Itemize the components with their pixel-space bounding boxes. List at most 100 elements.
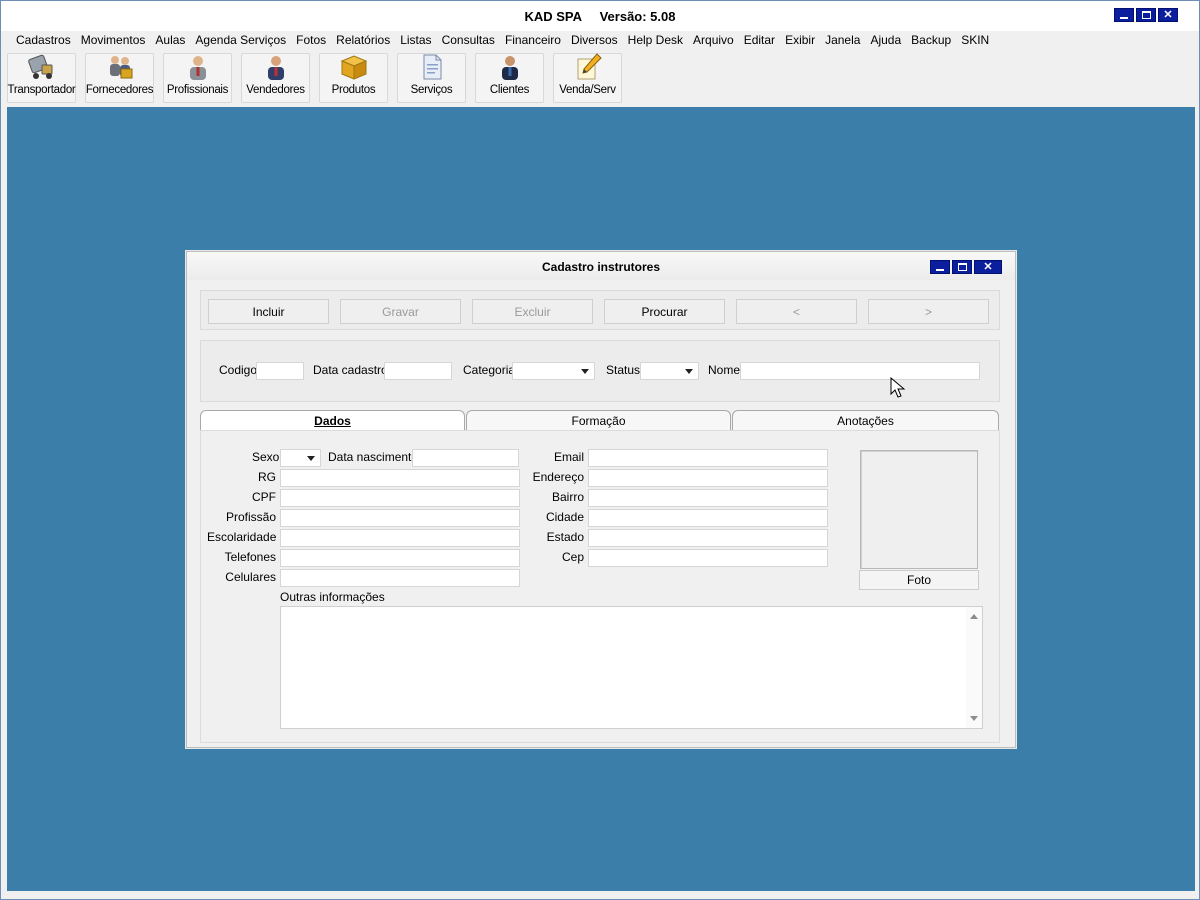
notes-scrollbar[interactable] xyxy=(966,607,982,728)
profissao-input[interactable] xyxy=(280,509,520,527)
tab-anotacoes[interactable]: Anotações xyxy=(732,410,999,430)
menu-arquivo[interactable]: Arquivo xyxy=(688,33,739,49)
toolbar-fornecedores-button[interactable]: Fornecedores xyxy=(85,53,154,103)
maximize-button[interactable] xyxy=(1136,8,1156,22)
rg-input[interactable] xyxy=(280,469,520,487)
foto-button[interactable]: Foto xyxy=(859,570,979,590)
cep-label: Cep xyxy=(561,550,584,564)
minimize-icon xyxy=(1120,16,1128,19)
cidade-label: Cidade xyxy=(545,510,584,524)
toolbar: Transportador Fornecedores Profissionais… xyxy=(7,53,622,105)
tab-dados[interactable]: Dados xyxy=(200,410,465,430)
endereco-input[interactable] xyxy=(588,469,828,487)
incluir-button[interactable]: Incluir xyxy=(208,299,329,324)
minimize-button[interactable] xyxy=(1114,8,1134,22)
child-window-controls: ✕ xyxy=(930,260,1002,274)
menu-financeiro[interactable]: Financeiro xyxy=(500,33,566,49)
tab-formacao[interactable]: Formação xyxy=(466,410,731,430)
toolbar-label: Clientes xyxy=(489,84,530,96)
status-label: Status xyxy=(606,363,641,377)
mouse-cursor-icon xyxy=(890,377,906,398)
cidade-input[interactable] xyxy=(588,509,828,527)
gravar-button[interactable]: Gravar xyxy=(340,299,461,324)
toolbar-venda-serv-button[interactable]: Venda/Serv xyxy=(553,53,622,103)
profissao-label: Profissão xyxy=(225,510,276,524)
escolaridade-input[interactable] xyxy=(280,529,520,547)
toolbar-vendedores-button[interactable]: Vendedores xyxy=(241,53,310,103)
rg-label: RG xyxy=(258,470,276,484)
previous-record-button[interactable]: < xyxy=(736,299,857,324)
scroll-down-icon[interactable] xyxy=(970,716,978,721)
toolbar-label: Profissionais xyxy=(166,84,229,96)
close-icon: ✕ xyxy=(983,260,993,273)
close-button[interactable]: ✕ xyxy=(1158,8,1178,22)
celulares-input[interactable] xyxy=(280,569,520,587)
menu-relatorios[interactable]: Relatórios xyxy=(331,33,395,49)
menu-diversos[interactable]: Diversos xyxy=(566,33,623,49)
toolbar-label: Venda/Serv xyxy=(559,84,616,96)
menu-consultas[interactable]: Consultas xyxy=(437,33,500,49)
data-cadastro-input[interactable] xyxy=(384,362,452,380)
professional-icon xyxy=(183,53,213,81)
sexo-select[interactable] xyxy=(280,449,321,467)
menu-ajuda[interactable]: Ajuda xyxy=(865,33,906,49)
menu-movimentos[interactable]: Movimentos xyxy=(76,33,151,49)
data-cadastro-label: Data cadastro xyxy=(313,363,388,377)
menu-janela[interactable]: Janela xyxy=(820,33,865,49)
child-close-button[interactable]: ✕ xyxy=(974,260,1002,274)
categoria-select[interactable] xyxy=(512,362,595,380)
menu-backup[interactable]: Backup xyxy=(906,33,956,49)
email-input[interactable] xyxy=(588,449,828,467)
menu-agenda-servicos[interactable]: Agenda Serviços xyxy=(190,33,291,49)
menu-cadastros[interactable]: Cadastros xyxy=(11,33,76,49)
cadastro-instrutores-window: Cadastro instrutores ✕ Incluir Gravar Ex… xyxy=(186,251,1016,748)
outras-informacoes-textarea[interactable] xyxy=(280,606,983,729)
toolbar-label: Transportador xyxy=(7,84,76,96)
toolbar-label: Produtos xyxy=(331,84,376,96)
menu-listas[interactable]: Listas xyxy=(395,33,436,49)
toolbar-transportador-button[interactable]: Transportador xyxy=(7,53,76,103)
menu-editar[interactable]: Editar xyxy=(739,33,780,49)
categoria-label: Categoria xyxy=(463,363,516,377)
toolbar-servicos-button[interactable]: Serviços xyxy=(397,53,466,103)
menu-aulas[interactable]: Aulas xyxy=(150,33,190,49)
child-titlebar[interactable]: Cadastro instrutores ✕ xyxy=(187,252,1015,280)
nome-input[interactable] xyxy=(740,362,980,380)
codigo-input[interactable] xyxy=(256,362,304,380)
toolbar-label: Vendedores xyxy=(246,84,305,96)
cpf-input[interactable] xyxy=(280,489,520,507)
menu-skin[interactable]: SKIN xyxy=(956,33,994,49)
scroll-up-icon[interactable] xyxy=(970,614,978,619)
box-icon xyxy=(339,53,369,81)
menubar: Cadastros Movimentos Aulas Agenda Serviç… xyxy=(11,33,994,49)
app-title: KAD SPA Versão: 5.08 xyxy=(524,9,676,24)
app-titlebar[interactable]: KAD SPA Versão: 5.08 ✕ xyxy=(1,1,1199,31)
child-minimize-button[interactable] xyxy=(930,260,950,274)
excluir-button[interactable]: Excluir xyxy=(472,299,593,324)
data-nascimento-input[interactable] xyxy=(412,449,519,467)
next-record-button[interactable]: > xyxy=(868,299,989,324)
photo-preview xyxy=(860,450,978,569)
cep-input[interactable] xyxy=(588,549,828,567)
toolbar-produtos-button[interactable]: Produtos xyxy=(319,53,388,103)
document-icon xyxy=(417,53,447,81)
estado-input[interactable] xyxy=(588,529,828,547)
toolbar-clientes-button[interactable]: Clientes xyxy=(475,53,544,103)
status-select[interactable] xyxy=(640,362,699,380)
email-label: Email xyxy=(553,450,584,464)
toolbar-profissionais-button[interactable]: Profissionais xyxy=(163,53,232,103)
menu-fotos[interactable]: Fotos xyxy=(291,33,331,49)
cpf-label: CPF xyxy=(252,490,276,504)
child-maximize-button[interactable] xyxy=(952,260,972,274)
celulares-label: Celulares xyxy=(225,570,276,584)
maximize-icon xyxy=(1141,11,1151,19)
menu-exibir[interactable]: Exibir xyxy=(780,33,820,49)
estado-label: Estado xyxy=(546,530,584,544)
toolbar-label: Serviços xyxy=(410,84,453,96)
procurar-button[interactable]: Procurar xyxy=(604,299,725,324)
bairro-input[interactable] xyxy=(588,489,828,507)
menu-help-desk[interactable]: Help Desk xyxy=(623,33,688,49)
nome-label: Nome xyxy=(708,363,741,377)
telefones-input[interactable] xyxy=(280,549,520,567)
outras-informacoes-label: Outras informações xyxy=(280,590,385,604)
